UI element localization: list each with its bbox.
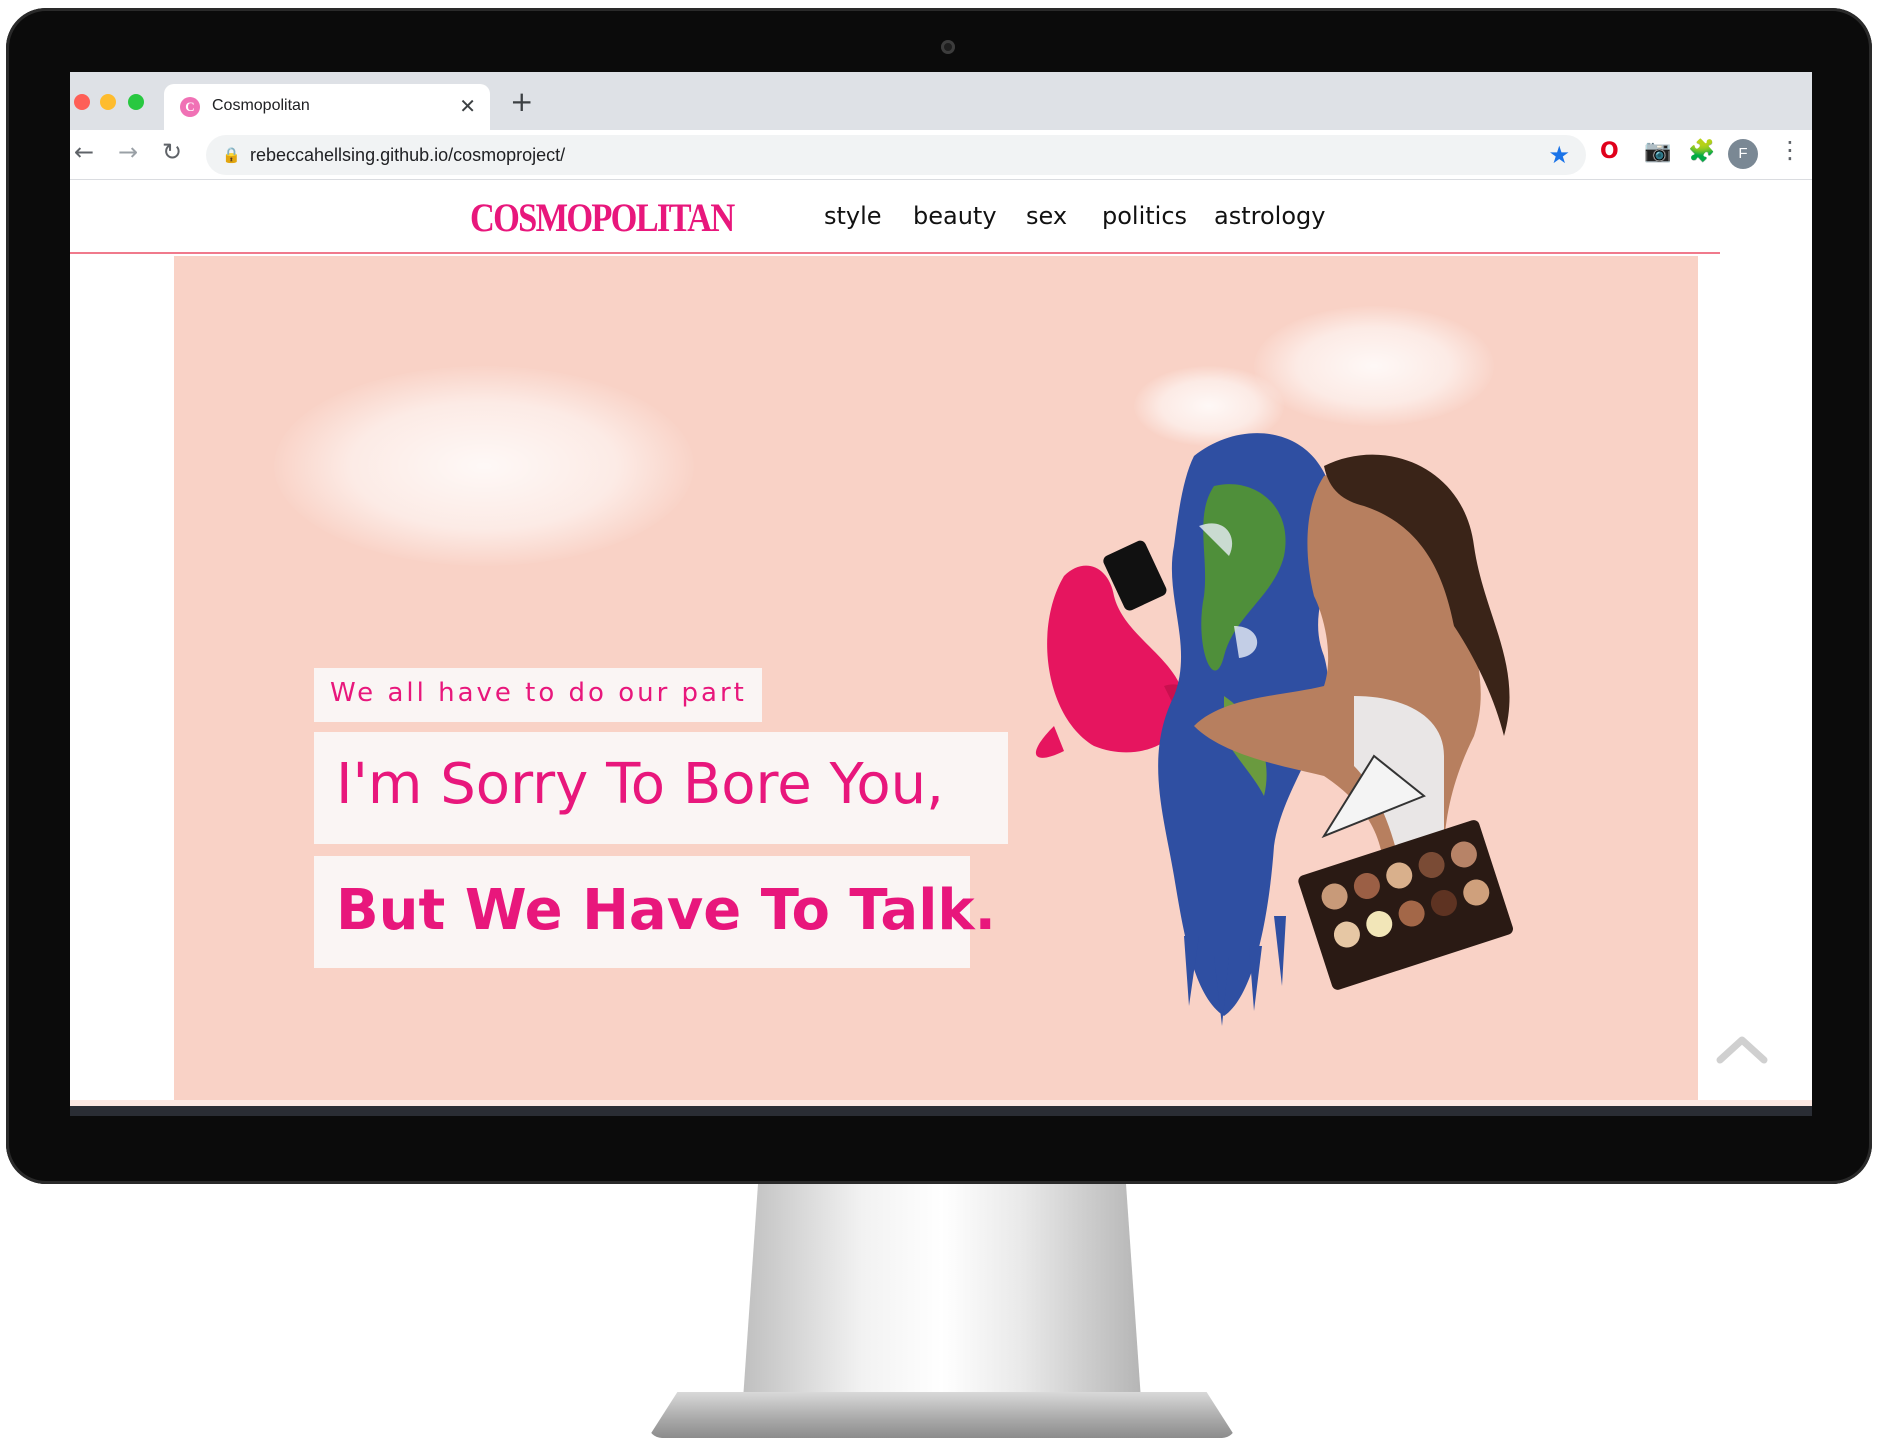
tab-strip: C Cosmopolitan ✕ +: [70, 72, 1812, 130]
forward-button[interactable]: →: [118, 140, 138, 164]
hero-headline-line2: But We Have To Talk.: [336, 878, 996, 943]
monitor-stand: [742, 1184, 1142, 1414]
bookmark-star-icon[interactable]: ★: [1548, 141, 1570, 169]
lock-icon[interactable]: 🔒: [222, 146, 241, 164]
profile-avatar[interactable]: F: [1728, 139, 1758, 169]
camera-extension-icon[interactable]: 📷: [1644, 141, 1671, 163]
hero-headline-line1: I'm Sorry To Bore You,: [336, 752, 944, 817]
hero-kicker: We all have to do our part: [330, 678, 747, 708]
nav-link-beauty[interactable]: beauty: [913, 202, 997, 230]
back-button[interactable]: ←: [74, 140, 94, 164]
minimize-window-button[interactable]: [100, 94, 116, 110]
hero-headline-box: I'm Sorry To Bore You,: [314, 732, 1008, 844]
screen-bottom-edge: [70, 1106, 1812, 1116]
cosmopolitan-logo[interactable]: COSMOPOLITAN: [470, 194, 735, 241]
zoom-window-button[interactable]: [128, 94, 144, 110]
scroll-to-top-chevron-up-icon[interactable]: [1712, 1028, 1772, 1068]
camera-icon: [941, 40, 955, 54]
reload-button[interactable]: ↻: [162, 140, 182, 164]
cloud-illustration: [274, 366, 694, 566]
hero-kicker-box: We all have to do our part: [314, 668, 762, 722]
nav-link-astrology[interactable]: astrology: [1214, 202, 1325, 230]
hero-headline-box: But We Have To Talk.: [314, 856, 996, 968]
tab-title: Cosmopolitan: [212, 97, 310, 114]
nav-link-sex[interactable]: sex: [1026, 202, 1067, 230]
hero-banner: We all have to do our part I'm Sorry To …: [174, 256, 1698, 1100]
earth-woman-collage: [1035, 433, 1513, 1026]
extensions-puzzle-icon[interactable]: 🧩: [1688, 141, 1715, 163]
browser-toolbar: ← → ↻ 🔒 rebeccahellsing.github.io/cosmop…: [70, 130, 1812, 180]
close-window-button[interactable]: [74, 94, 90, 110]
browser-window: C Cosmopolitan ✕ + ← → ↻ 🔒 rebeccahellsi…: [70, 72, 1812, 1116]
nav-link-style[interactable]: style: [824, 202, 882, 230]
site-header: COSMOPOLITAN style beauty sex politics a…: [70, 180, 1720, 254]
cosmopolitan-favicon-icon: C: [180, 97, 200, 117]
opera-extension-icon[interactable]: O: [1600, 141, 1619, 163]
address-bar[interactable]: 🔒 rebeccahellsing.github.io/cosmoproject…: [206, 135, 1586, 175]
browser-menu-icon[interactable]: ⋮: [1778, 138, 1802, 162]
monitor-stand-base: [648, 1392, 1236, 1438]
new-tab-button[interactable]: +: [510, 88, 533, 116]
close-tab-icon[interactable]: ✕: [459, 94, 476, 118]
nav-link-politics[interactable]: politics: [1102, 202, 1187, 230]
tab-cosmopolitan[interactable]: C Cosmopolitan ✕: [164, 84, 490, 130]
url-text[interactable]: rebeccahellsing.github.io/cosmoproject/: [250, 145, 565, 166]
